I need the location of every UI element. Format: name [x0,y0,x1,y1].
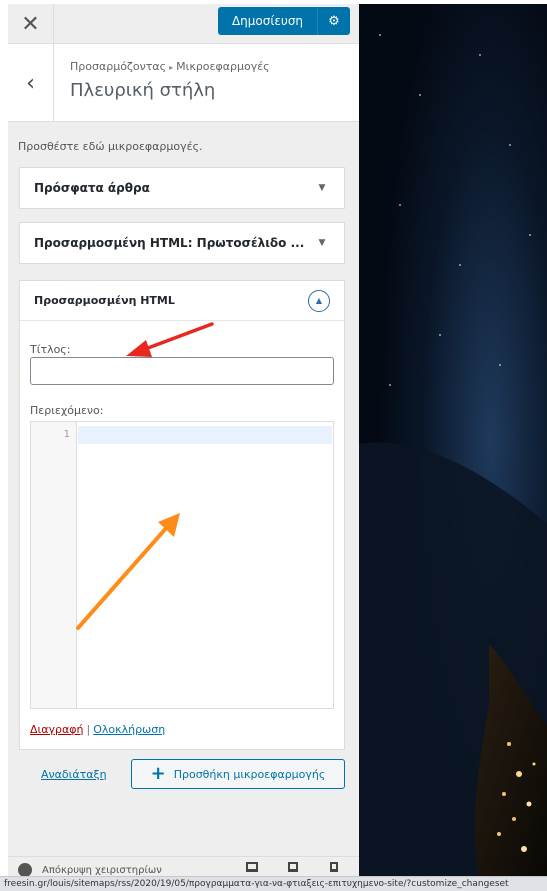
widget-recent-posts: Πρόσφατα άρθρα ▼ [19,167,345,209]
gear-icon[interactable]: ⚙ [318,14,350,29]
customizer-header: ✕ Δημοσίευση ⚙ [8,4,359,44]
code-editor[interactable]: 1 [30,421,334,709]
line-number: 1 [63,429,70,440]
breadcrumb: Προσαρμόζοντας ▸ Μικροεφαρμογές [70,60,270,73]
done-link[interactable]: Ολοκλήρωση [93,723,165,736]
widget-title: Πρόσφατα άρθρα [34,181,150,195]
line-gutter: 1 [31,422,77,708]
breadcrumb-parent: Προσαρμόζοντας [70,60,167,73]
site-preview[interactable] [359,4,547,876]
collapse-icon [18,863,32,876]
close-customizer-button[interactable]: ✕ [8,4,54,44]
widget-custom-html-expanded: Προσαρμοσμένη HTML ▲ Τίτλος: Περιεχόμενο… [19,280,345,750]
tablet-preview-icon[interactable] [288,862,298,872]
active-line[interactable] [78,426,332,444]
back-button[interactable]: ‹ [8,44,54,122]
title-label: Τίτλος: [30,343,71,356]
caret-down-icon[interactable]: ▼ [314,238,330,248]
widget-custom-html-homepage: Προσαρμοσμένη HTML: Πρωτοσέλιδο ... ▼ [19,222,345,264]
title-input[interactable] [30,357,334,385]
caret-up-icon[interactable]: ▲ [308,289,330,312]
breadcrumb-child: Μικροεφαρμογές [176,60,270,73]
hide-controls-toggle[interactable]: Απόκρυψη χειριστηρίων [18,863,162,876]
widget-header[interactable]: Πρόσφατα άρθρα ▼ [20,168,344,208]
section-title: Πλευρική στήλη [70,80,216,101]
reorder-link[interactable]: Αναδιάταξη [41,768,107,781]
hide-controls-label: Απόκρυψη χειριστηρίων [42,864,162,876]
desktop-preview-icon[interactable] [246,862,258,872]
actions-separator: | [86,723,91,736]
widget-title: Προσαρμοσμένη HTML: Πρωτοσέλιδο ... [34,236,305,250]
widget-title: Προσαρμοσμένη HTML [34,294,175,307]
add-widget-label: Προσθήκη μικροεφαρμογής [173,767,326,781]
delete-link[interactable]: Διαγραφή [30,723,83,736]
publish-button[interactable]: Δημοσίευση ⚙ [218,7,350,35]
content-label: Περιεχόμενο: [30,404,104,417]
customizer-sidebar: ✕ Δημοσίευση ⚙ ‹ Προσαρμόζοντας ▸ Μικροεφα… [8,4,359,876]
chevron-left-icon: ‹ [26,70,35,96]
plus-icon: + [150,763,166,784]
earth-night-image [359,4,547,876]
caret-down-icon[interactable]: ▼ [314,183,330,193]
close-icon: ✕ [21,11,40,37]
add-widget-button[interactable]: + Προσθήκη μικροεφαρμογής [131,759,345,789]
mobile-preview-icon[interactable] [330,862,338,872]
publish-label: Δημοσίευση [218,7,318,35]
breadcrumb-separator-icon: ▸ [169,63,174,72]
widget-header[interactable]: Προσαρμοσμένη HTML ▲ [20,281,344,321]
section-header: ‹ Προσαρμόζοντας ▸ Μικροεφαρμογές Πλευρική… [8,44,359,122]
customizer-footer: Απόκρυψη χειριστηρίων [8,856,359,876]
intro-text: Προσθέστε εδώ μικροεφαρμογές. [18,140,203,153]
widget-actions: Διαγραφή | Ολοκλήρωση [30,723,165,736]
browser-status-bar: freesin.gr/louis/sitemaps/rss/2020/19/05… [0,876,547,891]
widget-header[interactable]: Προσαρμοσμένη HTML: Πρωτοσέλιδο ... ▼ [20,223,344,263]
